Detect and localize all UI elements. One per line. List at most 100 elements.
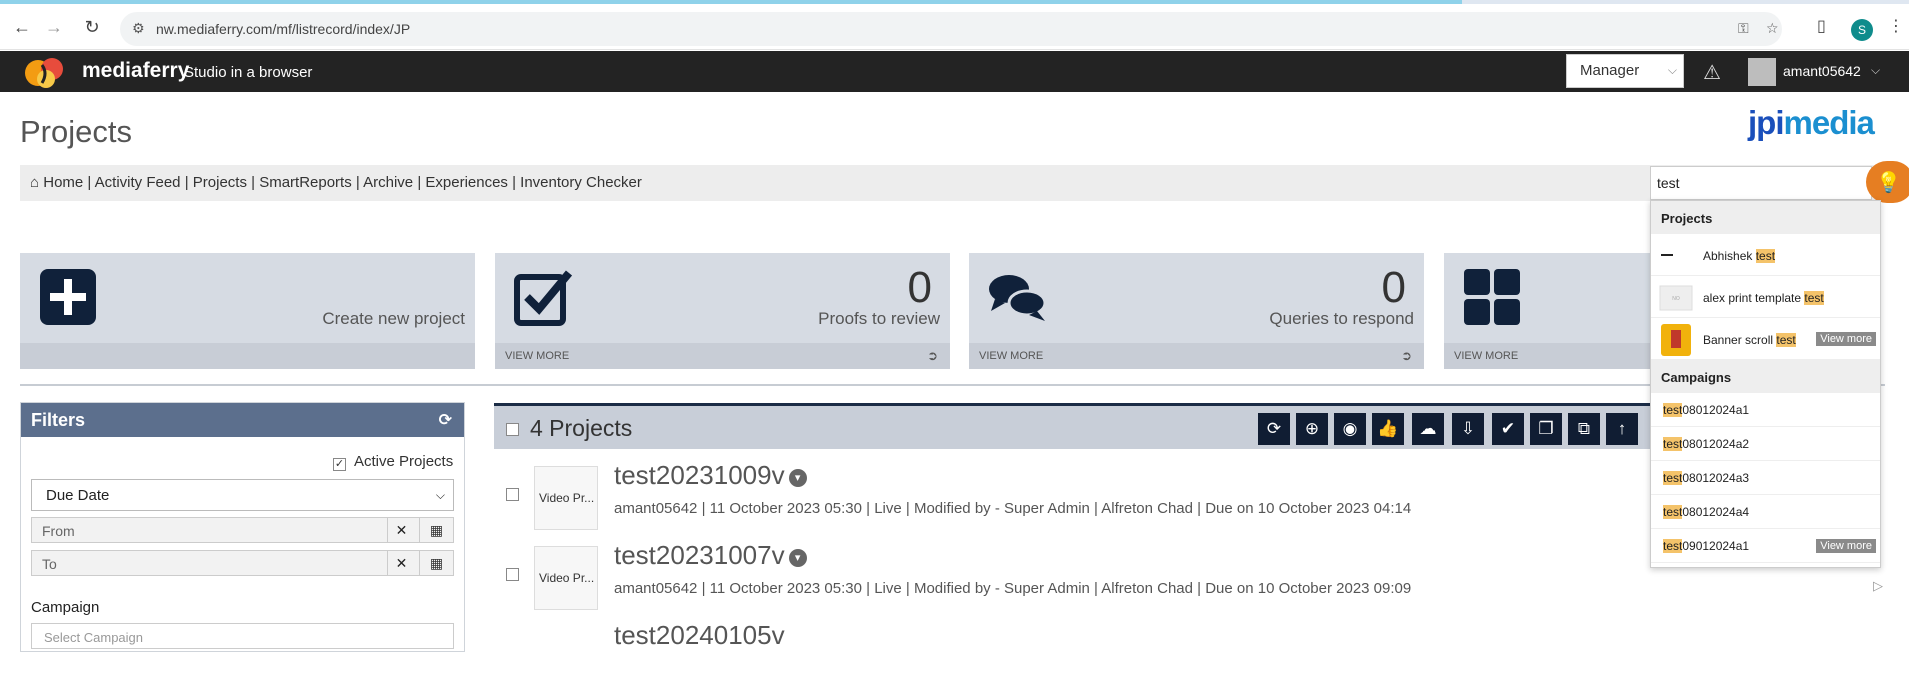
queries-label: Queries to respond	[1269, 309, 1414, 328]
browser-menu-icon[interactable]: ⋮	[1888, 16, 1904, 36]
approve-thumb-icon[interactable]: 👍	[1372, 413, 1404, 445]
breadcrumb: ⌂ Home | Activity Feed | Projects | Smar…	[20, 165, 1885, 201]
project-thumbnail[interactable]: Video Pr...	[534, 466, 598, 530]
crumb-inventory-checker[interactable]: Inventory Checker	[520, 174, 642, 191]
to-date-field[interactable]: To ✕ ▦	[31, 550, 454, 576]
search-result-campaign[interactable]: test08012024a4	[1651, 495, 1880, 529]
row-checkbox[interactable]	[506, 568, 519, 581]
table-row[interactable]: test20240105v	[494, 618, 1879, 698]
campaign-select[interactable]: Select Campaign	[31, 623, 454, 649]
search-result-campaign[interactable]: test08012024a1	[1651, 393, 1880, 427]
search-result-project[interactable]: NO alex print template test	[1651, 276, 1880, 318]
search-input[interactable]: test	[1650, 166, 1872, 200]
calendar-icon[interactable]: ▦	[419, 551, 453, 575]
from-date-field[interactable]: From ✕ ▦	[31, 517, 454, 543]
assign-user-icon[interactable]: ◉	[1334, 413, 1366, 445]
search-result-project[interactable]: Abhishek test	[1651, 234, 1880, 276]
create-project-card[interactable]: Create new project	[20, 253, 475, 369]
queries-count: 0	[1381, 263, 1406, 312]
clear-from-icon[interactable]: ✕	[387, 518, 415, 542]
search-result-project[interactable]: Banner scroll test View more	[1651, 318, 1880, 360]
reload-icon[interactable]: ↻	[78, 13, 106, 41]
queries-card[interactable]: 0 Queries to respond VIEW MORE ➲	[969, 253, 1424, 369]
row-checkbox[interactable]	[506, 488, 519, 501]
proofs-card[interactable]: 0 Proofs to review VIEW MORE ➲	[495, 253, 950, 369]
brand-name: mediaferry	[82, 59, 190, 82]
address-bar[interactable]: ⚙ nw.mediaferry.com/mf/listrecord/index/…	[120, 12, 1782, 46]
select-all-checkbox[interactable]	[506, 423, 519, 436]
campaign-label: Campaign	[31, 599, 100, 616]
profile-avatar[interactable]: S	[1851, 19, 1873, 41]
search-result-campaign[interactable]: test09012024a1 View more	[1651, 529, 1880, 563]
bookmark-star-icon[interactable]: ☆	[1766, 20, 1779, 37]
home-icon[interactable]: ⌂	[30, 174, 39, 191]
alert-icon[interactable]: ⚠	[1703, 60, 1721, 85]
project-name[interactable]: test20231009v ▾	[614, 460, 807, 491]
projects-count: 4 Projects	[530, 415, 633, 441]
arrow-up-icon[interactable]: ↑	[1606, 413, 1638, 445]
search-result-campaign[interactable]: test08012024a3	[1651, 461, 1880, 495]
apps-view-more[interactable]: VIEW MORE	[1454, 350, 1518, 362]
role-select[interactable]: Manager ⌵	[1566, 54, 1684, 88]
cloud-check-icon[interactable]: ✔	[1492, 413, 1524, 445]
cloud-upload-icon[interactable]: ☁	[1412, 413, 1444, 445]
grid-icon	[1464, 269, 1520, 325]
row-arrow-icon[interactable]: ▷	[1873, 578, 1883, 594]
project-meta: amant05642 | 11 October 2023 05:30 | Liv…	[614, 580, 1412, 597]
user-menu-chevron-icon[interactable]: ⌵	[1871, 63, 1880, 78]
client-logo: jpimedia	[1748, 104, 1875, 141]
campaigns-section-heading: Campaigns	[1651, 360, 1880, 393]
cloud-download-icon[interactable]: ⇩	[1452, 413, 1484, 445]
username[interactable]: amant05642	[1783, 63, 1861, 79]
duplicate-icon[interactable]: ⧉	[1568, 413, 1600, 445]
campaigns-view-more-button[interactable]: View more	[1816, 539, 1876, 553]
crumb-archive[interactable]: Archive	[363, 174, 413, 191]
projects-view-more-button[interactable]: View more	[1816, 332, 1876, 346]
queries-view-more[interactable]: VIEW MORE	[979, 350, 1043, 362]
back-icon[interactable]: ←	[8, 13, 36, 41]
password-key-icon[interactable]: ⚿	[1738, 20, 1749, 37]
create-project-label: Create new project	[322, 309, 465, 328]
refresh-icon[interactable]: ⟳	[439, 410, 452, 430]
url-text: nw.mediaferry.com/mf/listrecord/index/JP	[156, 21, 411, 37]
project-name[interactable]: test20240105v	[614, 620, 785, 651]
chevron-circle-icon[interactable]: ▾	[788, 549, 807, 567]
browser-toolbar: ← → ↻ ⚙ nw.mediaferry.com/mf/listrecord/…	[0, 4, 1909, 50]
project-thumbnail[interactable]: Video Pr...	[534, 546, 598, 610]
project-meta: amant05642 | 11 October 2023 05:30 | Liv…	[614, 500, 1412, 517]
copy-icon[interactable]: ❐	[1530, 413, 1562, 445]
crumb-smartreports[interactable]: SmartReports	[259, 174, 352, 191]
mediaferry-logo-icon	[25, 58, 63, 88]
arrow-circle-right-icon[interactable]: ➲	[927, 348, 938, 364]
search-result-campaign[interactable]: test08012024a2	[1651, 427, 1880, 461]
checkbox-checked-icon[interactable]: ✓	[333, 458, 346, 471]
banner-thumb-icon	[1661, 324, 1691, 356]
proofs-view-more[interactable]: VIEW MORE	[505, 350, 569, 362]
help-lightbulb-button[interactable]: 💡	[1866, 161, 1909, 203]
user-avatar[interactable]	[1748, 58, 1776, 86]
chevron-circle-icon[interactable]: ▾	[788, 469, 807, 487]
crumb-projects[interactable]: Projects	[193, 174, 247, 191]
site-info-icon[interactable]: ⚙	[132, 20, 145, 37]
app-header: mediaferry Studio in a browser Manager ⌵…	[0, 51, 1909, 92]
page-title: Projects	[20, 114, 132, 149]
refresh-icon[interactable]: ⟳	[1258, 413, 1290, 445]
clear-to-icon[interactable]: ✕	[387, 551, 415, 575]
search-results-dropdown: Projects Abhishek test NO alex print tem…	[1650, 200, 1881, 568]
apps-card[interactable]: VIEW MORE	[1444, 253, 1654, 369]
crumb-experiences[interactable]: Experiences	[425, 174, 508, 191]
crumb-home[interactable]: Home	[43, 174, 83, 191]
project-name[interactable]: test20231007v ▾	[614, 540, 807, 571]
filters-panel: Filters ⟳ ✓ Active Projects Due Date ⌵ Fr…	[20, 402, 465, 652]
no-preview-icon: NO	[1659, 285, 1693, 311]
chat-bubbles-icon	[989, 275, 1047, 321]
date-type-select[interactable]: Due Date ⌵	[31, 479, 454, 511]
active-projects-checkbox[interactable]: ✓ Active Projects	[333, 453, 453, 471]
chevron-down-icon: ⌵	[1667, 63, 1677, 77]
calendar-icon[interactable]: ▦	[419, 518, 453, 542]
arrow-circle-right-icon[interactable]: ➲	[1401, 348, 1412, 364]
crumb-activity-feed[interactable]: Activity Feed	[95, 174, 181, 191]
add-user-icon[interactable]: ⊕	[1296, 413, 1328, 445]
forward-icon[interactable]: →	[40, 13, 68, 41]
side-panel-icon[interactable]: ▯	[1817, 16, 1826, 36]
